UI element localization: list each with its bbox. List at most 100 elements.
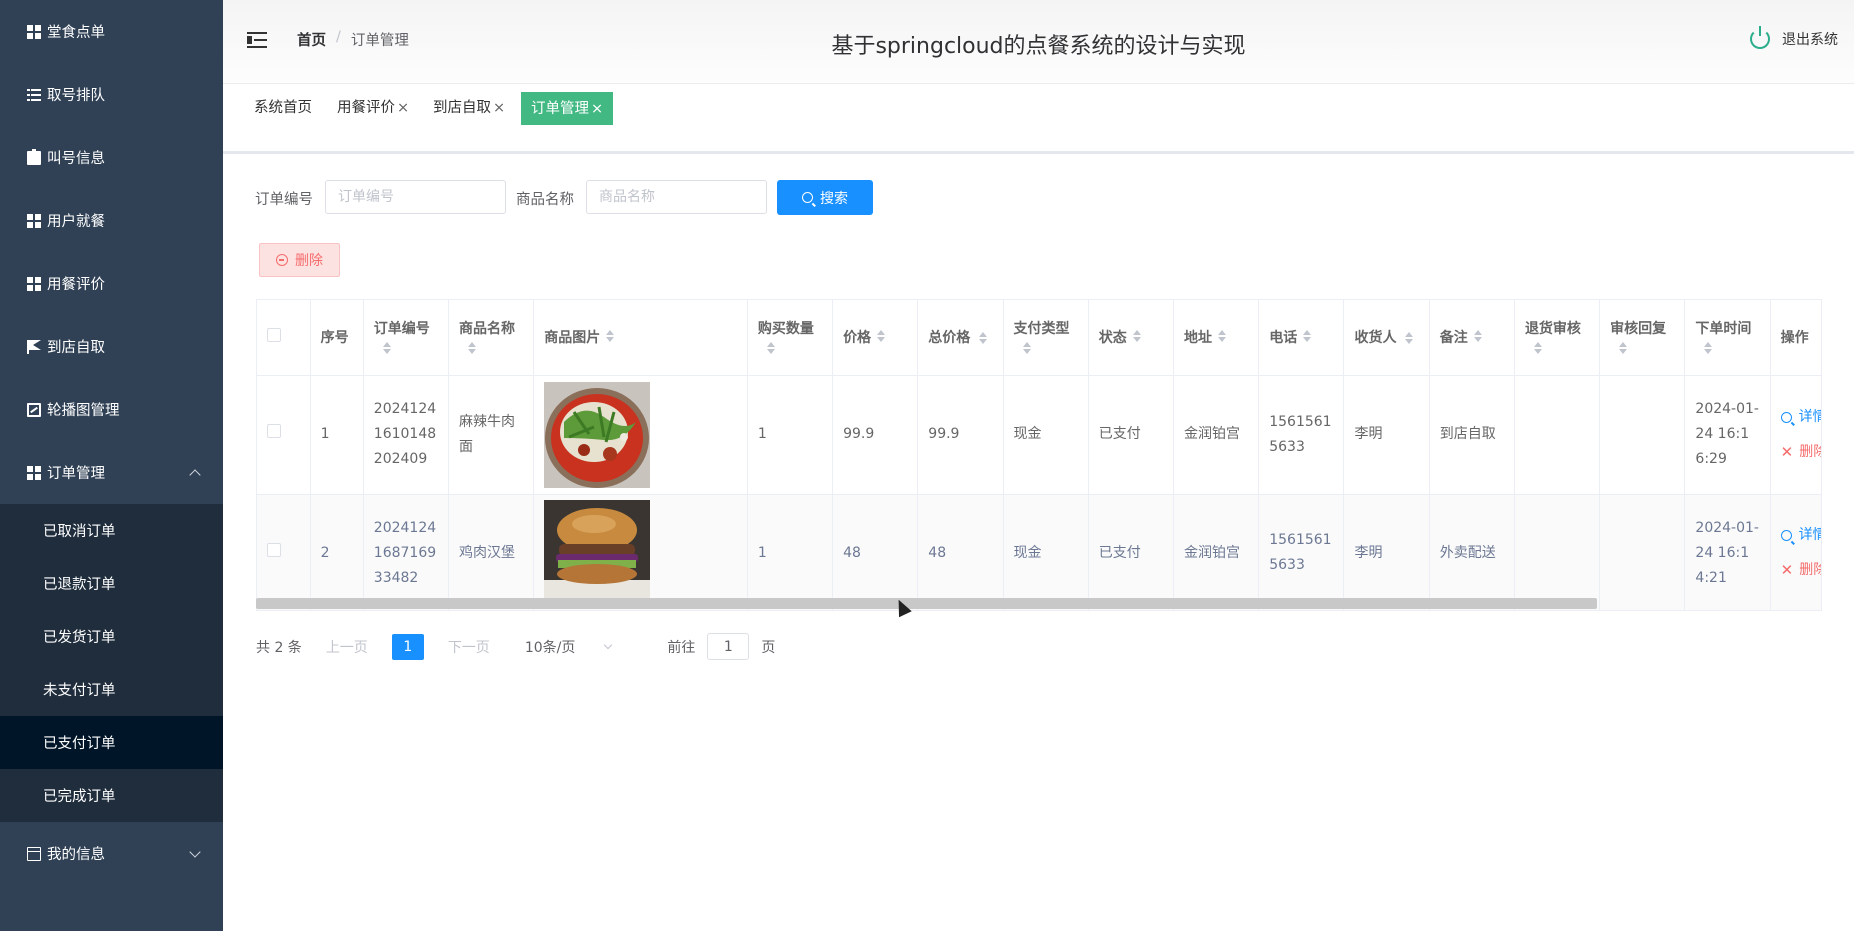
close-icon: ✕ (1780, 561, 1794, 579)
logout-button[interactable]: 退出系统 (1750, 26, 1838, 49)
grid-icon (27, 24, 41, 39)
sort-icon[interactable] (1302, 330, 1312, 344)
header-order-no[interactable]: 订单编号 (363, 300, 450, 376)
sort-icon[interactable] (1533, 342, 1543, 356)
prev-page-button[interactable]: 上一页 (326, 637, 368, 657)
cell-receiver: 李明 (1343, 375, 1430, 495)
header-remark[interactable]: 备注 (1429, 300, 1515, 376)
horizontal-scrollbar[interactable] (256, 598, 1597, 609)
delete-button[interactable]: ✕删除 (1780, 440, 1821, 465)
sidebar-item-user-dining[interactable]: 用户就餐 (0, 189, 223, 252)
sidebar-item-queue-number[interactable]: 取号排队 (0, 63, 223, 126)
tags-view: 系统首页 用餐评价 × 到店自取 × 订单管理 × (223, 84, 1854, 154)
sort-icon[interactable] (1618, 342, 1628, 356)
submenu-item-paid[interactable]: 已支付订单 (0, 716, 223, 769)
submenu-item-refunded[interactable]: 已退款订单 (0, 557, 223, 610)
chicken-burger-image (544, 500, 651, 606)
top-header: 首页 / 订单管理 基于springcloud的点餐系统的设计与实现 退出系统 (223, 0, 1854, 84)
table-row[interactable]: 1 20241241610148202409 麻辣牛肉面 1 99.9 99.9… (257, 375, 1821, 495)
goto-page-input[interactable] (707, 633, 750, 660)
sort-icon[interactable] (1473, 330, 1483, 344)
header-review-reply[interactable]: 审核回复 (1599, 300, 1686, 376)
sort-icon[interactable] (1022, 342, 1032, 356)
sidebar-item-call-number[interactable]: 叫号信息 (0, 126, 223, 189)
detail-button[interactable]: 详情 (1780, 405, 1821, 430)
row-checkbox-cell[interactable] (257, 375, 311, 495)
header-price[interactable]: 价格 (832, 300, 919, 376)
sidebar-item-dining-review[interactable]: 用餐评价 (0, 252, 223, 315)
delete-button[interactable]: ✕删除 (1780, 558, 1821, 583)
header-return-review[interactable]: 退货审核 (1514, 300, 1601, 376)
next-page-button[interactable]: 下一页 (448, 637, 490, 657)
sort-icon[interactable] (605, 330, 615, 344)
page-size-select[interactable]: 10条/页 (525, 637, 613, 657)
search-button[interactable]: 搜索 (777, 180, 873, 215)
cell-review-reply (1599, 494, 1686, 610)
header-product-image[interactable]: 商品图片 (533, 300, 748, 376)
select-all-checkbox[interactable] (267, 328, 281, 343)
sort-icon[interactable] (1404, 332, 1414, 346)
submenu-item-unpaid[interactable]: 未支付订单 (0, 663, 223, 716)
page-number-button[interactable]: 1 (391, 633, 424, 660)
cell-status: 已支付 (1088, 375, 1175, 495)
sort-icon[interactable] (978, 332, 988, 346)
sidebar-item-label: 用餐评价 (47, 277, 105, 293)
sidebar-item-order-management[interactable]: 订单管理 (0, 441, 223, 504)
product-name-input[interactable] (586, 180, 767, 214)
sidebar-item-dine-in-order[interactable]: 堂食点单 (0, 0, 223, 63)
cell-pay-type: 现金 (1003, 494, 1089, 610)
flag-icon (27, 339, 41, 354)
sidebar-item-store-pickup[interactable]: 到店自取 (0, 315, 223, 378)
sort-icon[interactable] (1132, 330, 1142, 344)
submenu-item-cancelled[interactable]: 已取消订单 (0, 504, 223, 557)
header-product-name[interactable]: 商品名称 (448, 300, 535, 376)
header-quantity[interactable]: 购买数量 (747, 300, 834, 376)
header-pay-type[interactable]: 支付类型 (1003, 300, 1089, 376)
submenu-item-shipped[interactable]: 已发货订单 (0, 610, 223, 663)
cell-product-name: 鸡肉汉堡 (448, 494, 535, 610)
clipboard-icon (27, 148, 41, 165)
sidebar-item-carousel[interactable]: 轮播图管理 (0, 378, 223, 441)
sort-icon[interactable] (382, 342, 392, 356)
sort-icon[interactable] (876, 330, 886, 344)
goto-label: 前往 (667, 639, 696, 656)
sort-icon[interactable] (467, 342, 477, 356)
close-icon[interactable]: × (397, 100, 409, 116)
sidebar-item-label: 订单管理 (47, 466, 105, 482)
header-phone[interactable]: 电话 (1258, 300, 1345, 376)
close-icon: ✕ (1780, 442, 1794, 461)
header-address[interactable]: 地址 (1173, 300, 1260, 376)
submenu-item-completed[interactable]: 已完成订单 (0, 769, 223, 822)
close-icon[interactable]: × (493, 100, 505, 116)
chevron-down-icon (189, 845, 201, 858)
detail-button[interactable]: 详情 (1780, 523, 1821, 548)
cell-return-review (1514, 494, 1601, 610)
order-no-input[interactable] (325, 180, 506, 214)
sidebar-item-label: 轮播图管理 (47, 403, 120, 419)
table-row[interactable]: 2 2024124168716933482 鸡肉汉堡 1 48 48 现金 已支… (257, 494, 1821, 610)
header-receiver[interactable]: 收货人 (1343, 300, 1430, 376)
cell-order-no: 2024124168716933482 (363, 494, 450, 610)
cell-price: 99.9 (832, 375, 919, 495)
header-order-time[interactable]: 下单时间 (1684, 300, 1771, 376)
header-status[interactable]: 状态 (1088, 300, 1175, 376)
row-checkbox[interactable] (267, 542, 281, 557)
tag-order-management[interactable]: 订单管理 × (521, 92, 614, 125)
header-total-price[interactable]: 总价格 (917, 300, 1004, 376)
chevron-down-icon (604, 640, 613, 650)
sort-icon[interactable] (1703, 342, 1713, 356)
cell-remark: 外卖配送 (1429, 494, 1515, 610)
cell-actions: 详情 ✕删除 (1770, 375, 1821, 495)
sort-icon[interactable] (1217, 330, 1227, 344)
batch-delete-button[interactable]: 删除 (259, 243, 340, 277)
header-select-all[interactable] (257, 300, 311, 376)
cell-address: 金润铂宫 (1173, 375, 1260, 495)
tag-home[interactable]: 系统首页 (254, 92, 312, 125)
tag-dining-review[interactable]: 用餐评价 × (337, 92, 409, 125)
sort-icon[interactable] (766, 342, 776, 356)
close-icon[interactable]: × (591, 101, 603, 117)
row-checkbox-cell[interactable] (257, 494, 311, 610)
row-checkbox[interactable] (267, 424, 281, 438)
sidebar-item-my-info[interactable]: 我的信息 (0, 822, 223, 885)
tag-store-pickup[interactable]: 到店自取 × (433, 92, 505, 125)
